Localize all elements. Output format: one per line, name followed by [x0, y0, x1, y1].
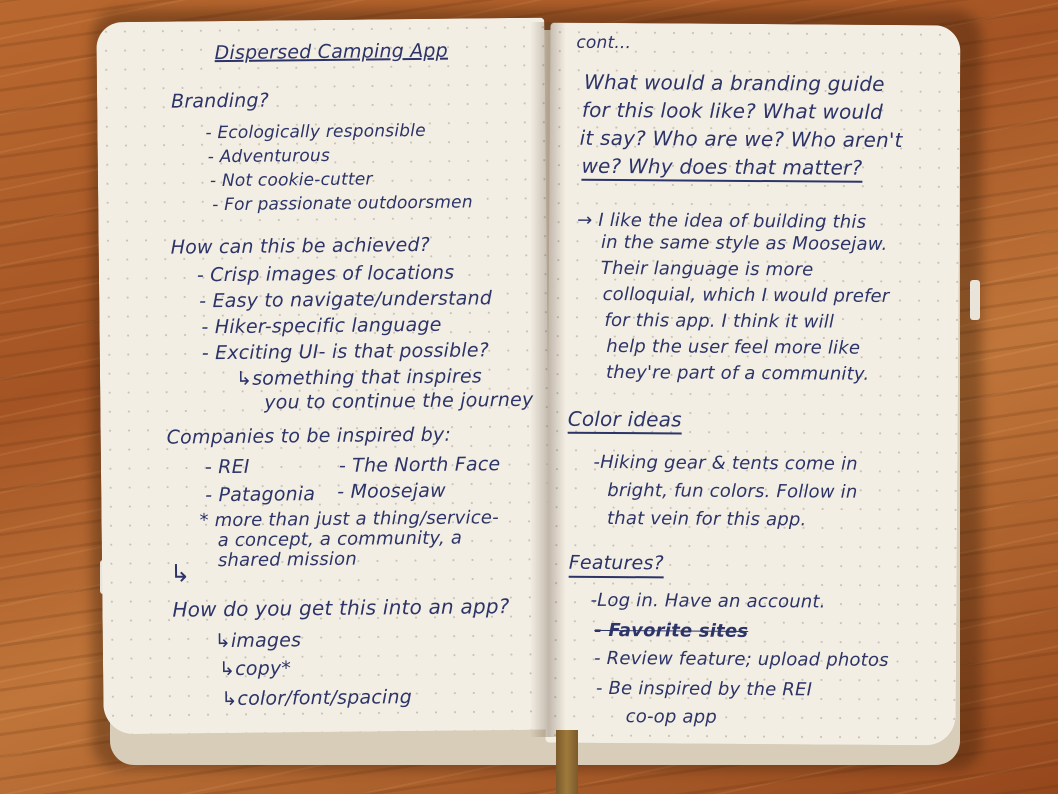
app-heading: How do you get this into an app?	[172, 594, 510, 622]
feature-item: - Favorite sites	[594, 619, 749, 642]
companies-heading: Companies to be inspired by:	[166, 423, 452, 449]
moosejaw-line: in the same style as Moosejaw.	[600, 231, 888, 255]
app-item: ↳images	[214, 629, 302, 653]
achieve-item: - Easy to navigate/understand	[199, 287, 493, 313]
color-line: that vein for this app.	[606, 507, 807, 531]
branding-item: - Ecologically responsible	[205, 120, 426, 144]
color-line: bright, fun colors. Follow in	[607, 479, 858, 503]
question-line: it say? Who are we? Who aren't	[579, 125, 903, 153]
achieve-subnote: you to continue the journey	[264, 388, 534, 414]
companies-note: shared mission	[217, 548, 357, 572]
achieve-heading: How can this be achieved?	[170, 233, 431, 259]
app-item: ↳copy*	[218, 657, 292, 681]
company-item: - Moosejaw	[337, 479, 446, 503]
company-item: - The North Face	[338, 453, 501, 477]
moosejaw-line: help the user feel more like	[606, 335, 861, 359]
page-tab	[970, 280, 980, 320]
moosejaw-line: for this app. I think it will	[604, 309, 835, 333]
color-line: -Hiking gear & tents come in	[593, 451, 858, 475]
feature-item: co-op app	[625, 706, 717, 728]
moosejaw-line: colloquial, which I would prefer	[602, 283, 890, 307]
feature-item: - Be inspired by the REI	[595, 677, 813, 701]
app-item: ↳color/font/spacing	[221, 686, 413, 711]
page-title: Dispersed Camping App	[214, 39, 448, 65]
question-line: for this look like? What would	[581, 97, 884, 124]
moosejaw-line: they're part of a community.	[606, 361, 870, 385]
cont-label: cont...	[576, 32, 632, 54]
branding-heading: Branding?	[171, 89, 270, 113]
question-line: we? Why does that matter?	[581, 152, 863, 183]
down-arrow-icon: ↳	[169, 559, 191, 588]
right-page: cont... What would a branding guide for …	[545, 22, 961, 746]
left-page: Dispersed Camping App Branding? - Ecolog…	[96, 17, 552, 735]
branding-item: - Not cookie-cutter	[209, 169, 373, 192]
branding-item: - Adventurous	[207, 145, 331, 168]
achieve-item: - Crisp images of locations	[196, 261, 455, 287]
branding-item: - For passionate outdoorsmen	[212, 192, 473, 216]
moosejaw-line: Their language is more	[600, 257, 814, 281]
feature-item: - Review feature; upload photos	[594, 647, 889, 671]
features-heading: Features?	[568, 550, 664, 579]
achieve-item: - Hiker-specific language	[201, 313, 442, 339]
bookmark-ribbon	[556, 730, 578, 794]
feature-item: -Log in. Have an account.	[590, 589, 826, 613]
achieve-item: - Exciting UI- is that possible?	[201, 339, 490, 365]
question-line: What would a branding guide	[584, 69, 885, 96]
company-item: - Patagonia	[205, 483, 316, 507]
color-heading: Color ideas	[567, 406, 682, 435]
company-item: - REI	[204, 455, 250, 479]
achieve-subnote: ↳something that inspires	[235, 365, 483, 390]
